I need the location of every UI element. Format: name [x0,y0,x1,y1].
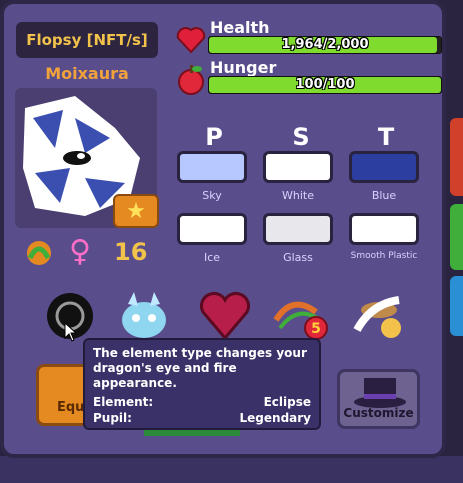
secondary-color-header: S [292,123,310,151]
secondary-material-label: Glass [283,251,313,264]
tooltip-element-label: Element: [93,395,154,409]
tertiary-color-swatch[interactable] [349,151,419,183]
dragon-species-icon [27,241,51,265]
pet-species: Moixaura [45,64,129,83]
top-hat-icon [354,378,406,408]
side-tab-blue[interactable] [450,276,463,336]
apple-icon [178,65,204,95]
dna-genes-icon[interactable]: 5 [272,290,328,342]
primary-color-header: P [205,123,223,151]
background-strip [0,456,463,483]
mouse-cursor-icon [64,322,78,342]
gene-count-badge: 5 [311,321,321,337]
pet-name: Flopsy [NFT/s] [16,22,158,58]
tertiary-color-label: Blue [371,189,397,202]
tertiary-material-label: Smooth Plastic [350,251,418,261]
female-gender-icon: ♀ [69,234,91,269]
tertiary-material-swatch[interactable] [349,213,419,245]
secondary-color-swatch[interactable] [263,151,333,183]
hunger-label: Hunger [210,58,277,77]
hunger-value: 100/100 [295,77,355,92]
primary-color-swatch[interactable] [177,151,247,183]
secondary-material-swatch[interactable] [263,213,333,245]
pet-info-panel: Flopsy [NFT/s] Moixaura ★ Health 1,964/2… [0,0,446,458]
element-tooltip: The element type changes your dragon's e… [83,338,321,430]
hunger-bar: 100/100 [208,76,442,94]
health-label: Health [210,18,270,37]
equip-button-label: Equ [57,400,85,415]
primary-material-label: Ice [203,251,221,264]
accessory-hat-icon[interactable] [351,290,407,342]
tooltip-pupil-row: Pupil: Legendary [93,411,311,425]
heart-gem-icon[interactable] [197,290,253,342]
secondary-color-label: White [282,189,314,202]
favorite-star-button[interactable]: ★ [113,194,159,228]
primary-color-label: Sky [202,189,222,202]
customize-button[interactable]: Customize [337,369,420,429]
pet-age: 16 [114,238,148,266]
side-tab-green[interactable] [450,204,463,270]
health-bar: 1,964/2,000 [208,36,442,54]
tooltip-pupil-label: Pupil: [93,411,132,425]
heart-icon [176,27,206,54]
tertiary-color-header: T [377,123,395,151]
side-tab-red[interactable] [450,118,463,196]
tooltip-element-row: Element: Eclipse [93,395,311,409]
primary-material-swatch[interactable] [177,213,247,245]
health-value: 1,964/2,000 [281,37,369,52]
green-button-edge [144,430,240,436]
tooltip-pupil-value: Legendary [239,411,311,425]
tooltip-description: The element type changes your dragon's e… [93,346,307,390]
pet-face-icon[interactable] [116,290,172,342]
tooltip-element-value: Eclipse [263,395,311,409]
